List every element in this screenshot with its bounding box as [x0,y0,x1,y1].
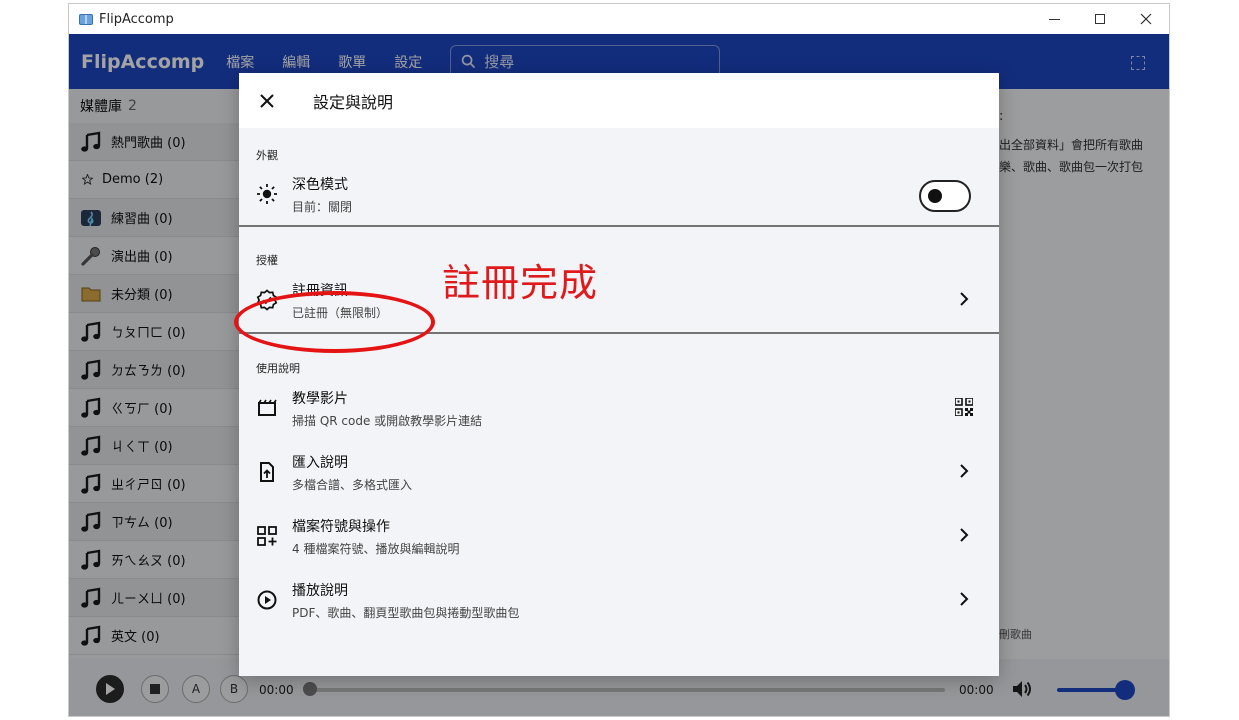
help-item-subtitle: 4 種檔案符號、播放與編輯說明 [292,541,460,556]
section-label-appearance: 外觀 [256,149,278,162]
sun-icon [256,183,278,205]
annotation-circle [234,291,435,353]
help-item[interactable]: 檔案符號與操作 4 種檔案符號、播放與編輯說明 [239,504,999,568]
settings-dialog: 設定與說明 外觀 深色模式 目前：關閉 授權 註冊資訊 已註冊（無限制） 使用說… [239,73,999,676]
dark-mode-status: 目前：關閉 [292,199,353,214]
qr-code-icon[interactable] [954,397,974,420]
chevron-right-icon [959,591,969,611]
dark-mode-title: 深色模式 [292,176,348,193]
close-icon [260,93,274,108]
minimize-button[interactable] [1031,4,1077,34]
help-item-subtitle: 掃描 QR code 或開啟教學影片連結 [292,413,483,428]
dark-mode-row[interactable]: 深色模式 目前：關閉 [239,163,999,225]
help-item-subtitle: PDF、歌曲、翻頁型歌曲包與捲動型歌曲包 [292,605,520,620]
close-window-button[interactable] [1123,4,1169,34]
title-bar: FlipAccomp [69,4,1169,34]
minimize-icon [1048,18,1060,20]
section-label-help: 使用說明 [256,362,300,375]
dialog-header: 設定與說明 [239,73,999,128]
chevron-right-icon [960,292,969,306]
play-circle-icon [256,589,278,611]
help-item[interactable]: 教學影片掃描 QR code 或開啟教學影片連結 [239,376,999,440]
help-list: 教學影片 掃描 QR code 或開啟教學影片連結 匯入說明 多檔合譜、多格式匯入 檔案… [239,376,999,632]
grid-add-icon [256,525,278,547]
annotation-text: 註冊完成 [442,261,599,305]
section-label-license: 授權 [256,254,278,267]
help-item[interactable]: 播放說明 PDF、歌曲、翻頁型歌曲包與捲動型歌曲包 [239,568,999,632]
close-icon [1140,13,1152,25]
window-title: FlipAccomp [99,11,174,27]
maximize-icon [1095,14,1105,24]
help-item-subtitle: 多檔合譜、多格式匯入 [292,477,413,492]
section-divider [239,225,999,227]
chevron-right-icon [959,463,969,483]
help-item-title: 教學影片 [292,390,348,407]
app-book-icon [79,13,93,25]
chevron-right-icon [959,527,969,547]
toggle-knob [928,189,942,203]
file-upload-icon [256,461,278,483]
help-item-title: 檔案符號與操作 [292,518,390,535]
help-item[interactable]: 匯入說明多檔合譜、多格式匯入 [239,440,999,504]
close-dialog-button[interactable] [254,88,280,114]
help-item-title: 播放說明 [292,582,348,599]
maximize-button[interactable] [1077,4,1123,34]
help-item-title: 匯入說明 [292,454,348,471]
dark-mode-toggle[interactable] [919,180,971,212]
clapperboard-icon [256,397,278,419]
dialog-title: 設定與說明 [313,92,394,112]
screenshot: FlipAccomp FlipAccomp 檔案 編輯 歌單 設定 搜尋 媒體庫 [0,0,1239,720]
